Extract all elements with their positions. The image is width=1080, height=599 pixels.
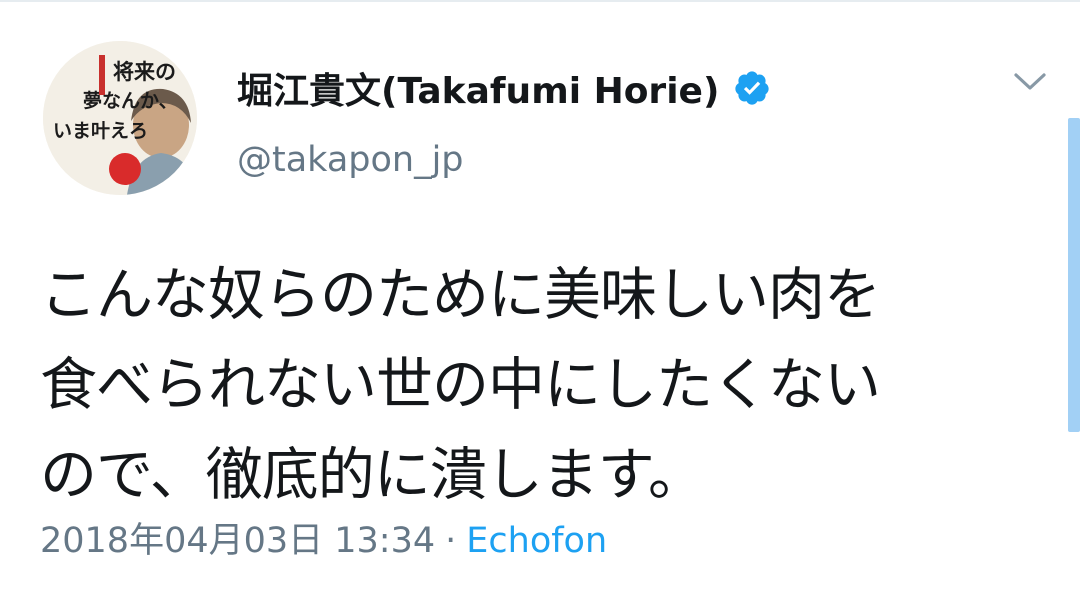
scroll-indicator[interactable] [1068,118,1080,432]
verified-badge-icon [733,69,771,107]
tweet-text: こんな奴らのために美味しい肉を 食べられない世の中にしたくない ので、徹底的に潰… [40,250,1050,520]
avatar[interactable]: 将来の 夢なんか、 いま叶えろ [43,41,197,195]
avatar-title-line-1: 将来の [113,60,176,84]
author-display-name[interactable]: 堀江貴文(Takafumi Horie) [237,62,719,114]
tweet-text-line: 食べられない世の中にしたくない [40,352,881,418]
meta-separator: · [445,521,457,561]
chevron-down-icon [1013,72,1047,96]
avatar-title-line-3: いま叶えろ [53,120,148,142]
tweet-meta: 2018年04月03日 13:34 · Echofon [40,512,607,563]
author-name-row[interactable]: 堀江貴文(Takafumi Horie) [237,60,771,116]
tweet-text-line: こんな奴らのために美味しい肉を [40,262,881,328]
author-handle[interactable]: @takapon_jp [237,140,464,180]
tweet-text-line: ので、徹底的に潰します。 [40,442,705,508]
tweet-menu-button[interactable] [1006,62,1054,106]
avatar-title-line-2: 夢なんか、 [83,90,178,112]
avatar-image: 将来の 夢なんか、 いま叶えろ [43,41,197,195]
top-divider [0,0,1080,2]
tweet-timestamp[interactable]: 2018年04月03日 13:34 [40,521,435,561]
tweet-source-link[interactable]: Echofon [466,521,607,561]
